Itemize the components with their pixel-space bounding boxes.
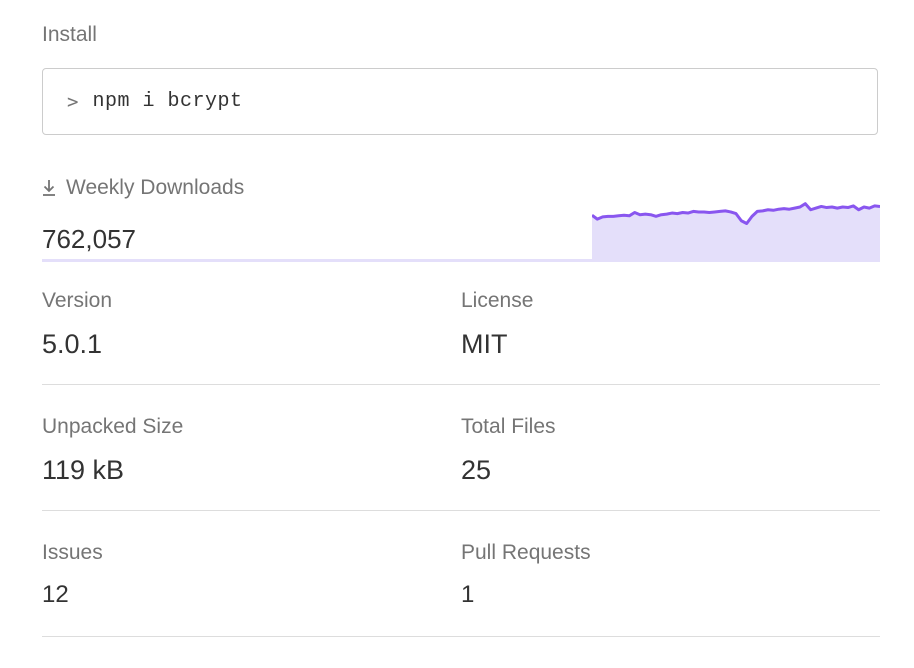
downloads-sparkline <box>592 202 880 262</box>
divider <box>42 384 880 385</box>
version-value: 5.0.1 <box>42 329 103 359</box>
license-value: MIT <box>461 329 508 359</box>
install-command[interactable]: npm i bcrypt <box>92 90 242 113</box>
divider <box>42 636 880 637</box>
chevron-right-icon: > <box>67 90 79 113</box>
weekly-downloads-count: 762,057 <box>42 224 136 254</box>
issues-value: 12 <box>42 581 69 608</box>
stat-total-files: Total Files 25 <box>461 416 556 484</box>
issues-label: Issues <box>42 541 103 564</box>
downloads-baseline <box>42 259 592 262</box>
stat-pull-requests[interactable]: Pull Requests 1 <box>461 542 591 607</box>
weekly-downloads-heading: Weekly Downloads <box>42 177 244 198</box>
total-files-label: Total Files <box>461 415 556 438</box>
version-label: Version <box>42 289 113 312</box>
total-files-value: 25 <box>461 455 492 485</box>
unpacked-size-value: 119 kB <box>42 455 125 485</box>
license-label: License <box>461 289 534 312</box>
stat-license: License MIT <box>461 290 533 358</box>
download-icon <box>43 179 55 196</box>
unpacked-size-label: Unpacked Size <box>42 415 184 438</box>
pull-requests-value: 1 <box>461 581 475 608</box>
pull-requests-label: Pull Requests <box>461 541 591 564</box>
stat-version: Version 5.0.1 <box>42 290 112 358</box>
install-command-box[interactable]: > npm i bcrypt <box>42 68 878 135</box>
pull-requests-link[interactable]: Pull Requests 1 <box>461 542 591 607</box>
divider <box>42 510 880 511</box>
stat-issues[interactable]: Issues 12 <box>42 542 103 607</box>
weekly-downloads-label: Weekly Downloads <box>66 176 245 199</box>
install-heading: Install <box>42 23 97 46</box>
issues-link[interactable]: Issues 12 <box>42 542 103 607</box>
stat-unpacked-size: Unpacked Size 119 kB <box>42 416 183 484</box>
